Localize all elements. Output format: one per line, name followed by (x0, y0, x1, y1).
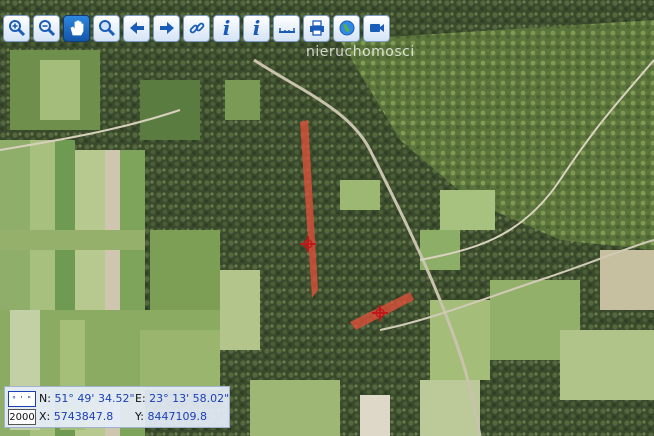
e-label: E: (135, 392, 146, 405)
coordinate-format-toggle[interactable]: ° ' " (8, 391, 36, 407)
forward-button[interactable] (153, 14, 180, 42)
globe-button[interactable] (333, 14, 360, 42)
arrow-right-icon (159, 22, 174, 34)
n-label: N: (39, 392, 51, 405)
ruler-icon (278, 28, 295, 33)
arrow-left-icon (129, 22, 144, 34)
info-button[interactable]: i (213, 14, 240, 42)
print-button[interactable] (303, 14, 330, 42)
coordinates-panel: ° ' " 2000 N: 51° 49' 34.52" E: 23° 13' … (4, 386, 230, 428)
printer-icon (309, 20, 324, 36)
link-icon (189, 22, 204, 34)
y-label: Y: (135, 410, 144, 423)
info-icon: i (222, 16, 231, 40)
back-button[interactable] (123, 14, 150, 42)
camera-icon (369, 24, 384, 32)
zoom-out-icon (38, 20, 55, 37)
map-toolbar: i i (0, 10, 654, 46)
x-label: X: (39, 410, 51, 423)
measure-button[interactable] (273, 14, 300, 42)
globe-icon (339, 20, 354, 36)
zoom-in-button[interactable] (3, 14, 30, 42)
aerial-map[interactable] (0, 0, 654, 436)
link-button[interactable] (183, 14, 210, 42)
watermark-text: nieruchomosci (306, 44, 415, 60)
e-value: 23° 13' 58.02" (149, 392, 230, 405)
magnifier-icon (98, 20, 115, 37)
info-cursor-icon: i (252, 16, 261, 40)
y-value: 8447109.8 (147, 410, 207, 423)
zoom-in-icon (8, 20, 25, 37)
zoom-out-button[interactable] (33, 14, 60, 42)
hand-icon (70, 20, 83, 36)
pan-button[interactable] (63, 14, 90, 42)
info-select-button[interactable]: i (243, 14, 270, 42)
scale-value[interactable]: 2000 (8, 409, 36, 425)
zoom-window-button[interactable] (93, 14, 120, 42)
n-value: 51° 49' 34.52" (54, 392, 135, 405)
x-value: 5743847.8 (53, 410, 114, 423)
video-button[interactable] (363, 14, 390, 42)
